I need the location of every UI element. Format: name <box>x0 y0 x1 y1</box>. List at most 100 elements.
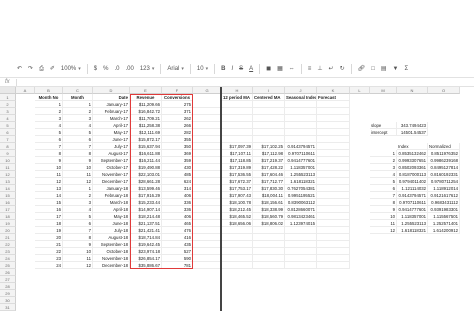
row-header[interactable]: 12 <box>0 171 16 178</box>
cell[interactable]: 590 <box>162 255 193 262</box>
cell[interactable]: $17,428.22 <box>253 164 285 171</box>
column-header-d[interactable]: D <box>93 87 130 94</box>
cell[interactable]: June-17 <box>93 136 130 143</box>
font-size-select[interactable]: 10 <box>194 63 211 75</box>
row-header[interactable]: 15 <box>0 192 16 199</box>
cell[interactable]: December-17 <box>93 178 130 185</box>
cell[interactable]: 0.8495127814 <box>428 164 460 171</box>
cell[interactable]: 343.7494423 <box>397 122 428 129</box>
cell[interactable]: June-18 <box>93 220 130 227</box>
cell[interactable] <box>222 262 253 269</box>
more-formats-select[interactable]: 123 <box>137 63 158 75</box>
cell[interactable] <box>253 248 285 255</box>
cell[interactable]: 11 <box>63 171 93 178</box>
cell[interactable]: $15,233.44 <box>130 199 162 206</box>
cell[interactable] <box>285 255 317 262</box>
cell[interactable]: $18,714.84 <box>130 234 162 241</box>
cell[interactable]: 20 <box>35 234 63 241</box>
cell[interactable] <box>317 220 350 227</box>
cell[interactable] <box>317 157 350 164</box>
row-header[interactable]: 27 <box>0 276 16 283</box>
cell[interactable]: Month No <box>35 94 63 101</box>
cell[interactable]: March-17 <box>93 115 130 122</box>
cell[interactable]: 5 <box>370 178 397 185</box>
cell[interactable]: 0.9121617612 <box>428 192 460 199</box>
cell[interactable] <box>222 248 253 255</box>
cell[interactable]: $17,830.30 <box>253 185 285 192</box>
filter-icon[interactable]: ▼ <box>390 63 402 75</box>
cell[interactable] <box>285 129 317 136</box>
cell[interactable]: December-18 <box>93 262 130 269</box>
cell[interactable] <box>193 164 222 171</box>
row-header[interactable]: 14 <box>0 185 16 192</box>
cell[interactable] <box>222 101 253 108</box>
cell[interactable]: 7 <box>370 192 397 199</box>
cell[interactable]: Revenue <box>130 94 162 101</box>
cell[interactable]: $18,656.06 <box>222 220 253 227</box>
cell[interactable]: $17,319.89 <box>222 164 253 171</box>
cell[interactable]: 12 <box>63 262 93 269</box>
cell[interactable]: slope <box>370 122 397 129</box>
cell[interactable] <box>317 248 350 255</box>
merge-cells-icon[interactable]: ⇔ <box>286 63 298 75</box>
column-header-m[interactable]: M <box>370 87 397 94</box>
cell[interactable]: 2 <box>63 192 93 199</box>
cell[interactable]: July-18 <box>93 227 130 234</box>
cell[interactable]: Index <box>397 143 428 150</box>
chart-icon[interactable]: ▤ <box>378 63 390 75</box>
cell[interactable] <box>193 157 222 164</box>
cell[interactable]: $23,974.18 <box>130 248 162 255</box>
cell[interactable]: 14501.54537 <box>397 129 428 136</box>
cell[interactable]: May-18 <box>93 213 130 220</box>
cell[interactable] <box>317 129 350 136</box>
cell[interactable] <box>193 213 222 220</box>
vertical-align-icon[interactable]: ⊥ <box>314 63 325 75</box>
cell[interactable]: 1.118357001 <box>285 164 317 171</box>
cell[interactable]: intercept <box>370 129 397 136</box>
cell[interactable]: Month <box>63 94 93 101</box>
row-header[interactable]: 7 <box>0 136 16 143</box>
cell[interactable] <box>193 185 222 192</box>
cell[interactable]: 0.9986239168 <box>428 157 460 164</box>
cell[interactable]: 4 <box>63 122 93 129</box>
cell[interactable] <box>253 115 285 122</box>
cell[interactable]: 8 <box>35 150 63 157</box>
cell[interactable] <box>317 206 350 213</box>
cell[interactable]: 1.252571401 <box>428 220 460 227</box>
cell[interactable]: 8 <box>63 150 93 157</box>
cell[interactable]: $17,672.37 <box>222 178 253 185</box>
cell[interactable]: Seasonal Index <box>285 94 317 101</box>
cell[interactable] <box>253 227 285 234</box>
cell[interactable]: 23 <box>35 255 63 262</box>
cell[interactable] <box>193 171 222 178</box>
cell[interactable] <box>317 171 350 178</box>
cell[interactable]: 10 <box>35 164 63 171</box>
cell[interactable] <box>253 255 285 262</box>
cell[interactable]: 2 <box>63 108 93 115</box>
cell[interactable] <box>193 248 222 255</box>
cell[interactable]: 1 <box>35 101 63 108</box>
cell[interactable]: 1.618118321 <box>285 178 317 185</box>
cell[interactable]: 0.9780711254 <box>428 178 460 185</box>
cell[interactable]: 1.618118321 <box>397 227 428 234</box>
percent-format-button[interactable]: % <box>100 63 111 75</box>
cell[interactable]: November-17 <box>93 171 130 178</box>
cell[interactable]: 350 <box>162 143 193 150</box>
cell[interactable]: $35,886.67 <box>130 262 162 269</box>
cell[interactable]: 7 <box>35 143 63 150</box>
cell[interactable]: $28,661.28 <box>130 178 162 185</box>
cell[interactable]: 282 <box>162 129 193 136</box>
cell[interactable]: 0.9993307651 <box>397 157 428 164</box>
column-header-k[interactable]: K <box>317 87 350 94</box>
paint-format-icon[interactable]: ✐ <box>47 63 58 75</box>
cell[interactable]: 12 <box>63 178 93 185</box>
cell[interactable]: 0.9951195521 <box>285 192 317 199</box>
cell[interactable] <box>193 178 222 185</box>
cell[interactable] <box>253 108 285 115</box>
cell[interactable] <box>193 206 222 213</box>
cell[interactable]: 3 <box>63 199 93 206</box>
cell[interactable]: 10 <box>63 164 93 171</box>
cell[interactable]: 0.9414777601 <box>285 157 317 164</box>
column-header-b[interactable]: B <box>35 87 63 94</box>
row-header[interactable]: 21 <box>0 234 16 241</box>
